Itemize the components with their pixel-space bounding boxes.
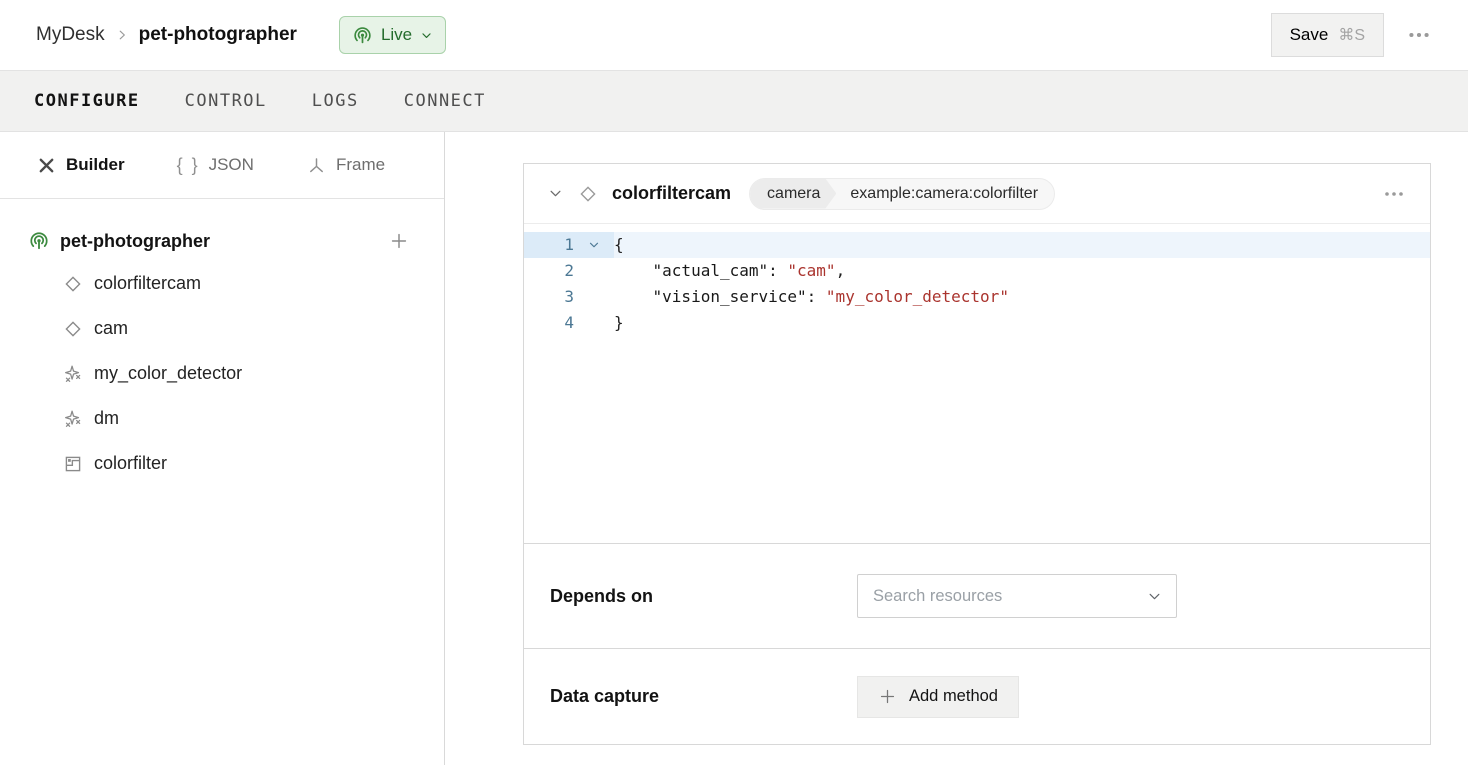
fold-gutter — [574, 284, 614, 310]
live-status-button[interactable]: Live — [339, 16, 446, 54]
app-root: MyDesk pet-photographer Live Save ⌘S CON — [0, 0, 1468, 765]
tree-item-colorfiltercam[interactable]: colorfiltercam — [0, 261, 444, 306]
collapse-card-button[interactable] — [548, 186, 563, 201]
tree-item-label: dm — [94, 408, 119, 429]
line-content: { — [614, 232, 624, 258]
tab-control[interactable]: CONTROL — [185, 91, 267, 111]
resource-card-header: colorfiltercam camera example:camera:col… — [524, 164, 1430, 224]
tree-item-cam[interactable]: cam — [0, 306, 444, 351]
add-resource-button[interactable] — [388, 230, 410, 252]
depends-on-label: Depends on — [550, 586, 857, 607]
service-sparkles-icon — [62, 363, 84, 385]
tree-item-dm[interactable]: dm — [0, 396, 444, 441]
data-capture-label: Data capture — [550, 686, 857, 707]
line-number: 3 — [524, 284, 574, 310]
line-content: } — [614, 310, 624, 336]
resource-title: colorfiltercam — [612, 183, 731, 204]
line-content: "vision_service": "my_color_detector" — [614, 284, 1009, 310]
plus-icon — [878, 687, 897, 706]
editor-line-3: 3 "vision_service": "my_color_detector" — [524, 284, 1430, 310]
card-more-options-button[interactable] — [1382, 182, 1406, 206]
content-area: Builder { } JSON Frame pet-photographer col… — [0, 132, 1468, 765]
breadcrumb-location[interactable]: MyDesk — [36, 24, 105, 46]
tree-item-label: colorfiltercam — [94, 273, 201, 294]
depends-on-section: Depends on Search resources — [524, 544, 1430, 649]
editor-line-2: 2 "actual_cam": "cam", — [524, 258, 1430, 284]
fold-gutter — [574, 258, 614, 284]
view-mode-json[interactable]: { } JSON — [177, 155, 254, 176]
live-status-label: Live — [381, 25, 412, 45]
chevron-down-icon — [420, 29, 433, 42]
tree-item-label: my_color_detector — [94, 363, 242, 384]
tab-connect[interactable]: CONNECT — [404, 91, 486, 111]
view-mode-toggle: Builder { } JSON Frame — [0, 132, 444, 199]
machine-tree-root[interactable]: pet-photographer — [0, 221, 444, 261]
fold-chevron-icon[interactable] — [574, 232, 614, 258]
more-options-button[interactable] — [1406, 22, 1432, 48]
view-mode-builder[interactable]: Builder — [36, 155, 125, 176]
resource-type-badge: camera example:camera:colorfilter — [749, 178, 1055, 210]
tree-item-label: cam — [94, 318, 128, 339]
view-mode-frame[interactable]: Frame — [306, 155, 385, 176]
tree-item-colorfilter[interactable]: colorfilter — [0, 441, 444, 486]
machine-live-icon — [28, 230, 50, 252]
chevron-down-icon — [548, 186, 563, 201]
tab-configure[interactable]: CONFIGURE — [34, 91, 140, 111]
machine-live-icon — [352, 25, 373, 46]
component-diamond-icon — [62, 318, 84, 340]
module-icon — [62, 453, 84, 475]
builder-tools-icon — [36, 155, 57, 176]
data-capture-section: Data capture Add method — [524, 649, 1430, 744]
line-number: 4 — [524, 310, 574, 336]
json-attributes-editor[interactable]: 1{2 "actual_cam": "cam",3 "vision_servic… — [524, 224, 1430, 544]
editor-line-1: 1{ — [524, 232, 1430, 258]
breadcrumb-machine-name: pet-photographer — [139, 24, 297, 46]
top-bar: MyDesk pet-photographer Live Save ⌘S — [0, 0, 1468, 70]
chevron-right-icon — [115, 28, 129, 42]
fold-gutter — [574, 310, 614, 336]
json-braces-icon: { } — [177, 155, 200, 176]
kebab-menu-icon — [1406, 22, 1432, 48]
add-method-label: Add method — [909, 687, 998, 706]
save-button-label: Save — [1290, 25, 1329, 45]
frame-axes-icon — [306, 155, 327, 176]
save-button[interactable]: Save ⌘S — [1271, 13, 1384, 57]
machine-tree: pet-photographer colorfiltercam cam my_col… — [0, 199, 444, 486]
resource-type: camera — [750, 179, 836, 209]
machine-tree-items: colorfiltercam cam my_color_detectordm colo… — [0, 261, 444, 486]
depends-on-placeholder: Search resources — [873, 587, 1147, 606]
chevron-down-icon — [1147, 589, 1162, 604]
resource-card: colorfiltercam camera example:camera:col… — [523, 163, 1431, 745]
resource-model: example:camera:colorfilter — [836, 185, 1054, 203]
editor-line-4: 4} — [524, 310, 1430, 336]
plus-icon — [388, 230, 410, 252]
breadcrumb: MyDesk pet-photographer — [36, 24, 297, 46]
sidebar: Builder { } JSON Frame pet-photographer col… — [0, 132, 445, 765]
depends-on-select[interactable]: Search resources — [857, 574, 1177, 618]
tab-logs[interactable]: LOGS — [312, 91, 359, 111]
view-mode-label: JSON — [209, 155, 254, 175]
main-panel: colorfiltercam camera example:camera:col… — [445, 132, 1468, 765]
view-mode-label: Frame — [336, 155, 385, 175]
view-mode-label: Builder — [66, 155, 125, 175]
line-content: "actual_cam": "cam", — [614, 258, 845, 284]
add-method-button[interactable]: Add method — [857, 676, 1019, 718]
tree-item-my_color_detector[interactable]: my_color_detector — [0, 351, 444, 396]
line-number: 2 — [524, 258, 574, 284]
tab-bar: CONFIGURE CONTROL LOGS CONNECT — [0, 70, 1468, 132]
kebab-menu-icon — [1382, 182, 1406, 206]
component-diamond-icon — [62, 273, 84, 295]
machine-name: pet-photographer — [60, 231, 210, 252]
service-sparkles-icon — [62, 408, 84, 430]
tree-item-label: colorfilter — [94, 453, 167, 474]
line-number: 1 — [524, 232, 574, 258]
save-shortcut-hint: ⌘S — [1338, 25, 1365, 45]
topbar-actions: Save ⌘S — [1271, 0, 1432, 70]
component-diamond-icon — [577, 183, 599, 205]
